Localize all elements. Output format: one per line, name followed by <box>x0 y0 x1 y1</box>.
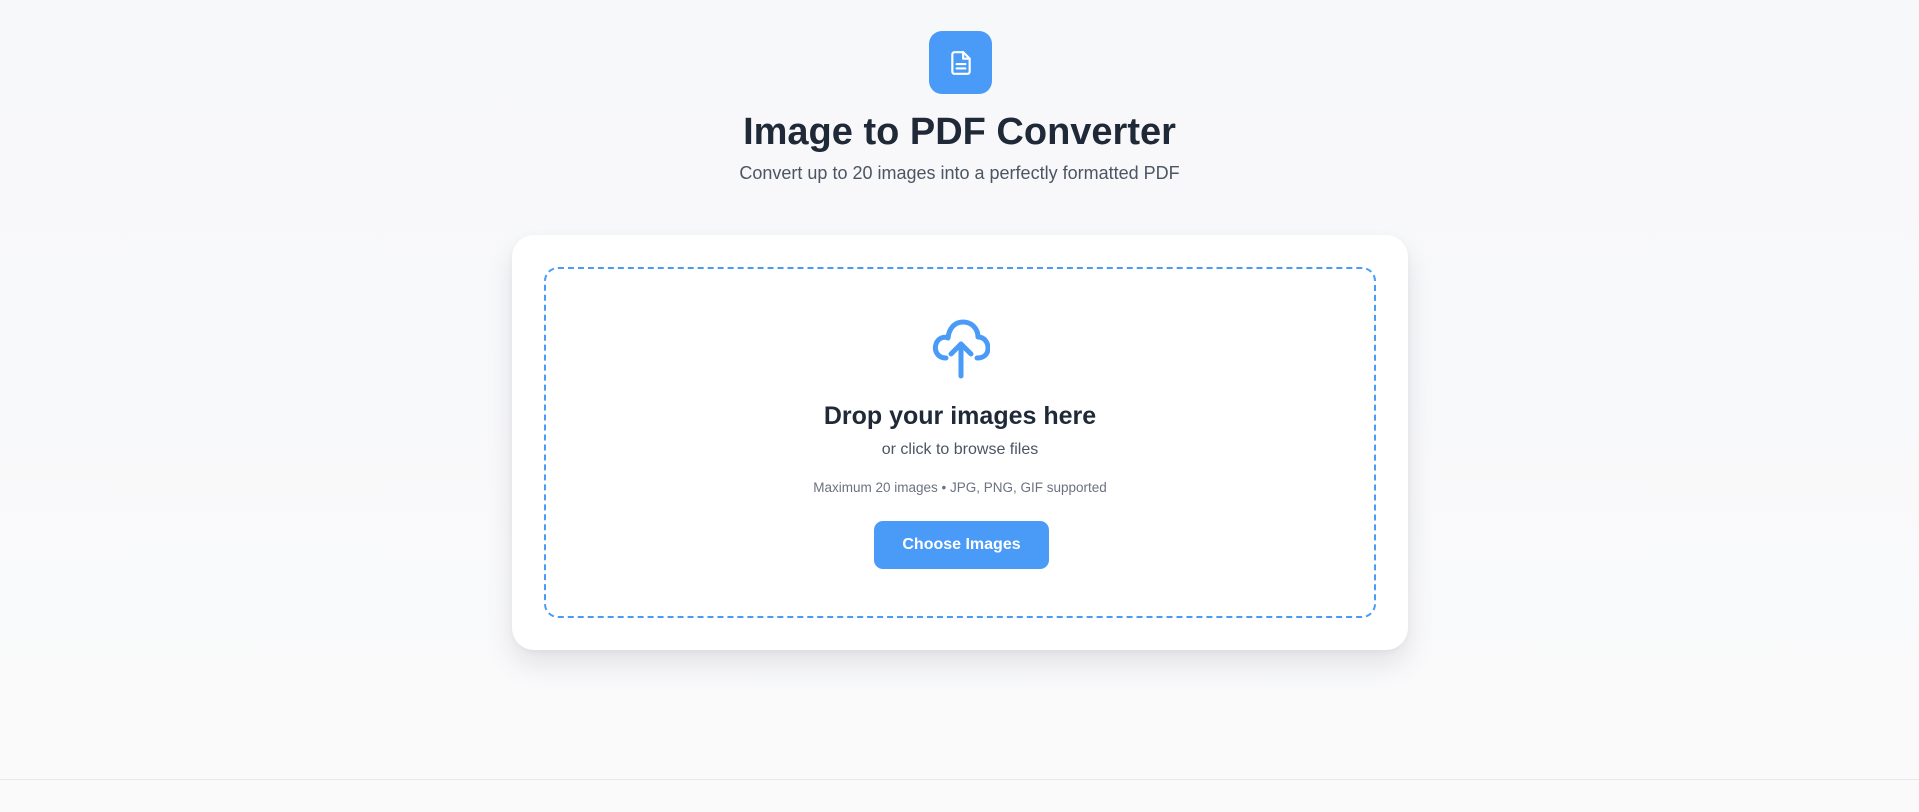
upload-card: Drop your images here or click to browse… <box>512 235 1408 650</box>
page-divider <box>0 779 1919 780</box>
choose-images-button[interactable]: Choose Images <box>874 521 1049 569</box>
dropzone-heading: Drop your images here <box>823 402 1097 430</box>
page-subtitle: Convert up to 20 images into a perfectly… <box>739 163 1180 183</box>
image-dropzone[interactable]: Drop your images here or click to browse… <box>544 267 1376 618</box>
page-title: Image to PDF Converter <box>743 111 1176 153</box>
file-limit-note: Maximum 20 images • JPG, PNG, GIF suppor… <box>813 480 1107 495</box>
cloud-upload-icon <box>932 319 990 379</box>
dropzone-subheading: or click to browse files <box>881 441 1039 458</box>
app-logo <box>929 31 992 94</box>
document-icon <box>950 50 971 75</box>
